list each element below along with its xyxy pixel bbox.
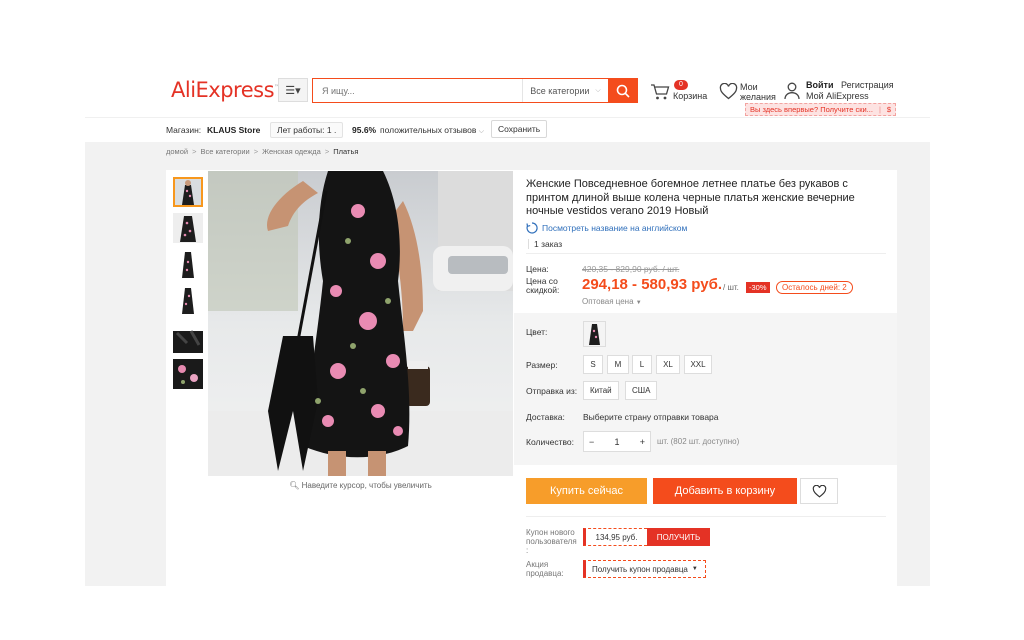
search-bar: Все категории ⌵	[312, 78, 608, 103]
chevron-down-icon: ⌵	[478, 128, 485, 135]
translate-icon	[526, 222, 538, 234]
cart-icon	[651, 84, 670, 100]
store-label: Магазин:	[166, 125, 202, 135]
original-price: 420,35 - 829,90 руб. / шт.	[582, 264, 680, 274]
cart-count-badge: 0	[674, 80, 688, 90]
color-option[interactable]	[583, 321, 606, 347]
seller-coupon-dropdown[interactable]: Получить купон продавца ▼	[583, 560, 706, 578]
wishlist-label-line2: желания	[740, 92, 776, 102]
size-option-s[interactable]: S	[583, 355, 603, 374]
my-aliexpress-link[interactable]: Мой AliExpress	[806, 91, 894, 102]
quantity-available: шт. (802 шт. доступно)	[657, 437, 740, 446]
coupon-amount: 134,95 руб.	[583, 528, 647, 546]
caret-down-icon: ▼	[691, 566, 698, 572]
ship-from-usa[interactable]: США	[625, 381, 658, 400]
quantity-stepper: − 1 +	[583, 431, 651, 452]
gallery-thumbnail[interactable]	[173, 250, 203, 280]
heart-icon	[812, 484, 826, 498]
per-unit: / шт.	[723, 283, 739, 292]
days-left-badge: Осталось дней: 2	[776, 281, 853, 294]
quantity-decrease-button[interactable]: −	[589, 437, 594, 447]
orders-count: 1 заказ	[526, 236, 886, 254]
zoom-hint: 🔍︎ Наведите курсор, чтобы увеличить	[208, 481, 513, 490]
breadcrumb: домой > Все категории > Женская одежда > Плать…	[85, 142, 930, 161]
categories-menu-button[interactable]: ☰▾	[278, 78, 308, 102]
seller-promo-label: Акция продавца:	[526, 560, 564, 578]
get-coupon-button[interactable]: ПОЛУЧИТЬ	[647, 528, 710, 546]
quantity-label: Количество:	[526, 437, 575, 447]
caret-down-icon: ▼	[635, 300, 642, 306]
cart-label: Корзина	[673, 91, 708, 101]
heart-icon	[719, 83, 738, 100]
buy-now-button[interactable]: Купить сейчас	[526, 478, 647, 504]
add-to-wishlist-button[interactable]	[800, 478, 838, 504]
breadcrumb-dresses[interactable]: Платья	[333, 147, 358, 156]
ship-from-label: Отправка из:	[526, 386, 578, 396]
product-title: Женские Повседневное богемное летнее пла…	[526, 178, 855, 217]
main-product-image[interactable]	[208, 171, 513, 476]
price-label: Цена:	[526, 264, 549, 274]
size-option-xxl[interactable]: XXL	[684, 355, 712, 374]
user-icon	[784, 82, 800, 100]
color-label: Цвет:	[526, 327, 548, 337]
breadcrumb-all-categories[interactable]: Все категории	[200, 147, 249, 156]
wholesale-price-label: Оптовая цена	[582, 297, 634, 306]
search-button[interactable]	[608, 78, 638, 103]
search-category-select[interactable]: Все категории ⌵	[522, 79, 608, 102]
zoom-hint-text: Наведите курсор, чтобы увеличить	[301, 481, 432, 490]
size-option-l[interactable]: L	[632, 355, 652, 374]
size-option-m[interactable]: M	[607, 355, 629, 374]
discount-price-label: Цена со скидкой:	[526, 276, 560, 295]
wishlist-label-line1: Мои	[740, 82, 758, 92]
new-user-coupon-label: Купон нового пользователя :	[526, 528, 577, 555]
breadcrumb-home[interactable]: домой	[166, 147, 188, 156]
delivery-label: Доставка:	[526, 412, 565, 422]
wholesale-price-dropdown[interactable]: Оптовая цена ▼	[582, 297, 642, 306]
ship-from-china[interactable]: Китай	[583, 381, 619, 400]
quantity-input[interactable]: 1	[614, 437, 619, 447]
translate-title-link[interactable]: Посмотреть название на английском	[526, 222, 687, 234]
store-rating-label: положительных отзывов	[380, 125, 477, 135]
search-input[interactable]	[313, 79, 522, 102]
store-bar: Магазин: KLAUS Store Лет работы: 1 . 95.…	[85, 117, 930, 141]
new-user-promo-banner[interactable]: Вы здесь впервые? Получите ски... | $	[745, 103, 897, 116]
store-years-badge: Лет работы: 1 .	[270, 122, 344, 138]
translate-link-text: Посмотреть название на английском	[542, 223, 688, 233]
register-link[interactable]: Регистрация	[841, 80, 894, 90]
new-user-coupon: 134,95 руб. ПОЛУЧИТЬ	[583, 528, 710, 546]
gallery-thumbnail[interactable]	[173, 213, 203, 243]
zoom-icon: 🔍︎	[289, 481, 300, 490]
gallery-thumbnail[interactable]	[173, 177, 203, 207]
gallery-thumbnail[interactable]	[173, 359, 203, 389]
breadcrumb-womens-clothing[interactable]: Женская одежда	[262, 147, 321, 156]
discount-price: 294,18 - 580,93 руб.	[582, 276, 722, 293]
cart-link[interactable]: 0 Корзина	[650, 80, 710, 102]
quantity-increase-button[interactable]: +	[640, 437, 645, 447]
delivery-value: Выберите страну отправки товара	[583, 412, 719, 422]
store-name-link[interactable]: KLAUS Store	[207, 125, 260, 135]
store-rating-dropdown[interactable]: положительных отзывов ⌵	[380, 125, 484, 136]
signin-link[interactable]: Войти	[806, 80, 833, 90]
hamburger-icon: ☰▾	[285, 84, 301, 97]
aliexpress-logo[interactable]: AliExpress™	[171, 78, 280, 102]
add-to-cart-button[interactable]: Добавить в корзину	[653, 478, 797, 504]
search-icon	[616, 84, 630, 98]
gallery-thumbnail[interactable]	[173, 323, 203, 353]
orders-count-text: 1 заказ	[528, 239, 562, 249]
size-label: Размер:	[526, 360, 558, 370]
search-category-label: Все категории	[530, 85, 590, 96]
size-option-xl[interactable]: XL	[656, 355, 680, 374]
logo-text: AliExpress	[171, 78, 275, 102]
divider	[526, 516, 886, 517]
promo-text: Вы здесь впервые? Получите ски...	[750, 105, 873, 114]
save-store-button[interactable]: Сохранить	[491, 120, 548, 138]
promo-currency: $	[886, 105, 892, 114]
store-rating: 95.6%	[352, 125, 377, 135]
seller-coupon-label: Получить купон продавца	[592, 564, 688, 574]
discount-badge: -30%	[746, 282, 770, 293]
chevron-down-icon: ⌵	[595, 86, 601, 94]
gallery-thumbnail[interactable]	[173, 286, 203, 316]
